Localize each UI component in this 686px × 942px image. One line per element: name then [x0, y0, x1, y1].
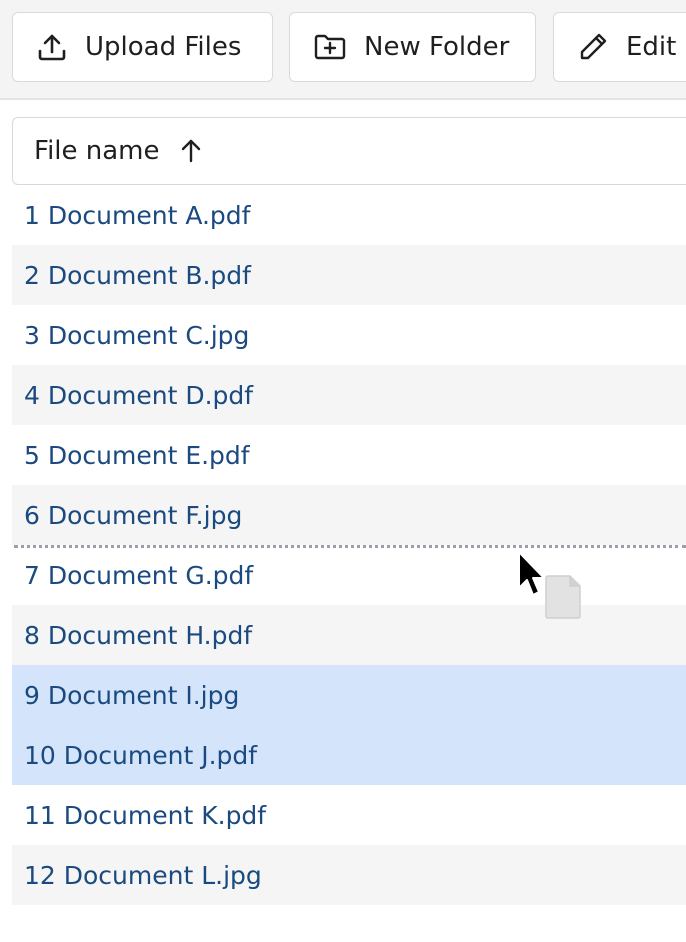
toolbar: Upload Files New Folder Edit — [0, 0, 686, 100]
arrow-cursor-icon — [518, 551, 545, 596]
file-name-link[interactable]: 9 Document I.jpg — [24, 681, 239, 710]
file-name-link[interactable]: 11 Document K.pdf — [24, 801, 266, 830]
table-row[interactable]: 8 Document H.pdf — [12, 605, 686, 665]
table-row[interactable]: 6 Document F.jpg — [12, 485, 686, 545]
folder-plus-icon — [314, 34, 346, 60]
file-name-link[interactable]: 6 Document F.jpg — [24, 501, 242, 530]
file-name-link[interactable]: 5 Document E.pdf — [24, 441, 250, 470]
new-folder-button[interactable]: New Folder — [289, 12, 536, 82]
table-row[interactable]: 11 Document K.pdf — [12, 785, 686, 845]
edit-button[interactable]: Edit — [553, 12, 686, 82]
upload-files-button[interactable]: Upload Files — [12, 12, 273, 82]
file-name-link[interactable]: 12 Document L.jpg — [24, 861, 262, 890]
table-row[interactable]: 1 Document A.pdf — [12, 185, 686, 245]
table-row[interactable]: 5 Document E.pdf — [12, 425, 686, 485]
upload-icon — [38, 34, 66, 61]
table-row[interactable]: 12 Document L.jpg — [12, 845, 686, 905]
new-folder-label: New Folder — [364, 32, 510, 62]
column-header-file-name[interactable]: File name — [12, 117, 686, 185]
file-manager: Upload Files New Folder Edit File name 1… — [0, 0, 686, 942]
file-name-link[interactable]: 4 Document D.pdf — [24, 381, 253, 410]
table-row[interactable]: 7 Document G.pdf — [12, 545, 686, 605]
upload-files-label: Upload Files — [85, 32, 242, 62]
file-name-link[interactable]: 8 Document H.pdf — [24, 621, 252, 650]
file-name-link[interactable]: 7 Document G.pdf — [24, 561, 253, 590]
file-name-link[interactable]: 2 Document B.pdf — [24, 261, 251, 290]
drop-indicator — [14, 545, 686, 548]
table-row[interactable]: 3 Document C.jpg — [12, 305, 686, 365]
table-row[interactable]: 2 Document B.pdf — [12, 245, 686, 305]
file-name-link[interactable]: 3 Document C.jpg — [24, 321, 249, 350]
arrow-up-icon[interactable] — [178, 138, 204, 164]
pencil-icon — [580, 33, 607, 60]
file-icon — [545, 575, 581, 619]
file-name-link[interactable]: 10 Document J.pdf — [24, 741, 257, 770]
table-row[interactable]: 9 Document I.jpg — [12, 665, 686, 725]
file-name-link[interactable]: 1 Document A.pdf — [24, 201, 250, 230]
column-header-label: File name — [34, 136, 160, 166]
table-row[interactable]: 10 Document J.pdf — [12, 725, 686, 785]
table-row[interactable]: 4 Document D.pdf — [12, 365, 686, 425]
edit-label: Edit — [626, 32, 677, 62]
